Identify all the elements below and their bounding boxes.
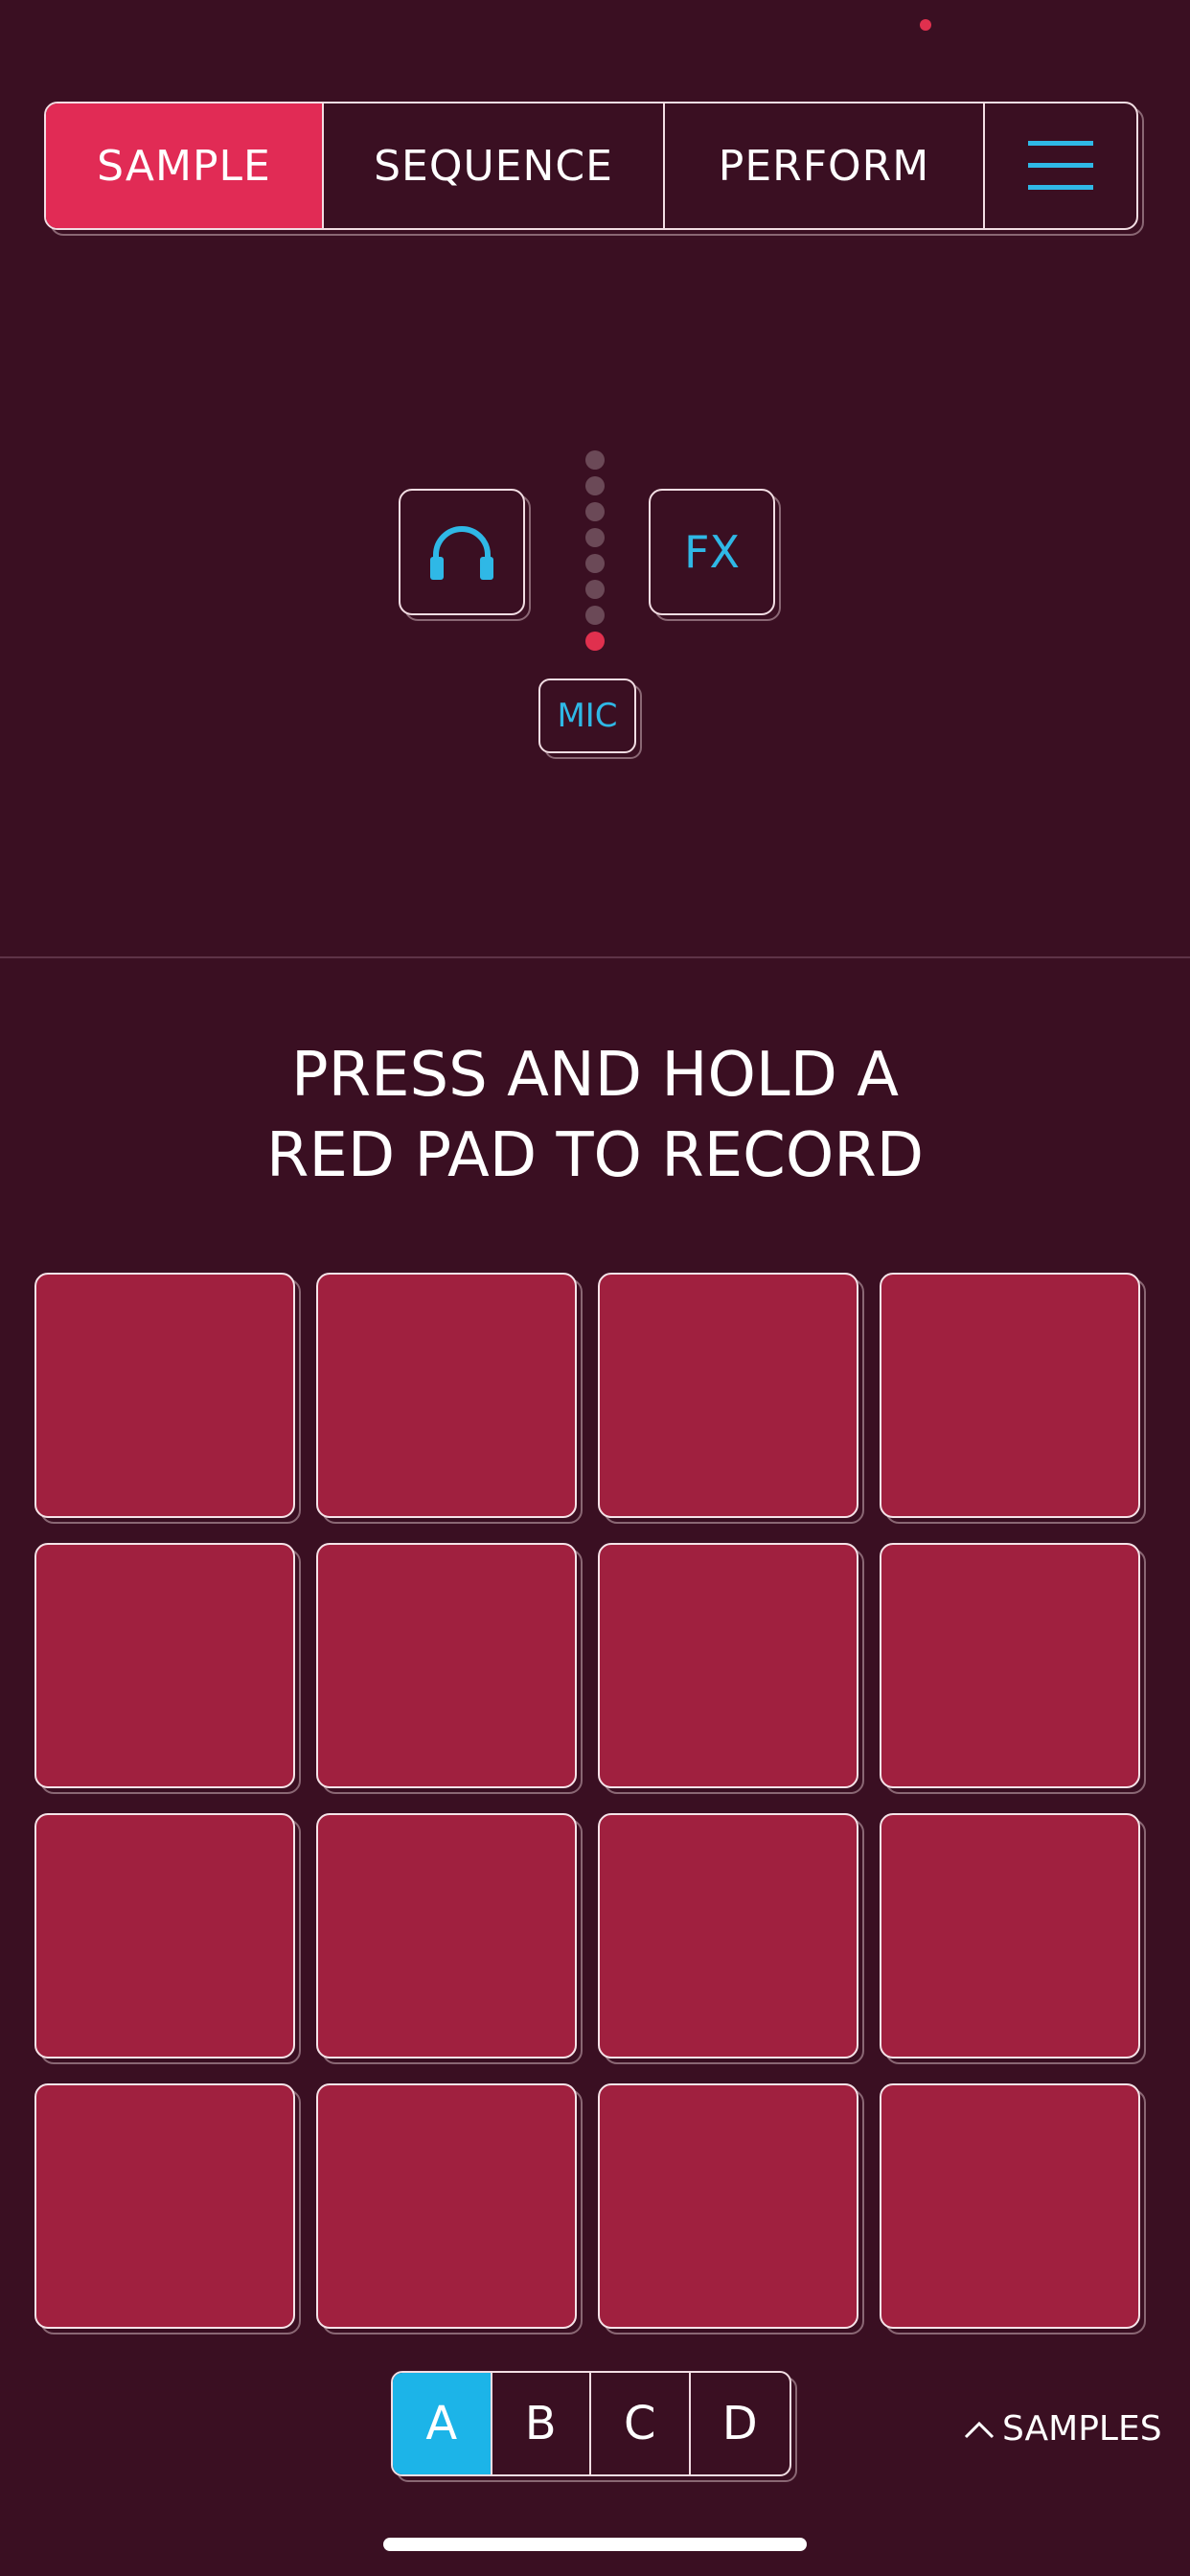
sample-pad[interactable] (316, 1273, 583, 1524)
tab-sample[interactable]: SAMPLE (46, 104, 324, 228)
samples-label: SAMPLES (1002, 2408, 1162, 2449)
fx-button[interactable]: FX (649, 489, 781, 621)
section-divider (0, 956, 1190, 958)
sample-pad[interactable] (316, 1543, 583, 1794)
sample-pad[interactable] (34, 1273, 301, 1524)
fx-label: FX (649, 489, 775, 615)
bank-d-button[interactable]: D (691, 2373, 790, 2474)
sample-pad[interactable] (880, 1273, 1146, 1524)
level-meter-dot (585, 606, 605, 625)
bank-a-button[interactable]: A (393, 2373, 492, 2474)
hamburger-menu-icon (1028, 141, 1093, 190)
sample-pad[interactable] (34, 1813, 301, 2064)
bank-selector: A B C D (391, 2371, 797, 2482)
sample-pad[interactable] (316, 2083, 583, 2334)
instruction-line-1: PRESS AND HOLD A (291, 1040, 899, 1111)
tab-perform[interactable]: PERFORM (665, 104, 985, 228)
sample-pad[interactable] (598, 1273, 864, 1524)
status-indicator-dot (920, 19, 931, 31)
level-meter-dot (585, 632, 605, 651)
record-instruction: PRESS AND HOLD A RED PAD TO RECORD (0, 1035, 1190, 1196)
sample-pad[interactable] (34, 1543, 301, 1794)
level-meter-dot (585, 450, 605, 470)
level-meter-dot (585, 580, 605, 599)
headphones-icon (430, 526, 493, 580)
sample-pad[interactable] (598, 2083, 864, 2334)
level-meter-dot (585, 554, 605, 573)
sample-pad[interactable] (598, 1543, 864, 1794)
sample-pad[interactable] (880, 2083, 1146, 2334)
bank-c-button[interactable]: C (591, 2373, 691, 2474)
level-meter-dot (585, 502, 605, 521)
instruction-line-2: RED PAD TO RECORD (266, 1120, 924, 1191)
bank-b-button[interactable]: B (492, 2373, 591, 2474)
sample-pad[interactable] (598, 1813, 864, 2064)
pad-grid (34, 1273, 1146, 2334)
sample-pad[interactable] (316, 1813, 583, 2064)
home-indicator (383, 2538, 807, 2551)
mic-button[interactable]: MIC (538, 678, 642, 759)
chevron-up-icon (964, 2421, 995, 2439)
sample-pad[interactable] (34, 2083, 301, 2334)
mic-label: MIC (538, 678, 636, 753)
samples-button[interactable]: SAMPLES (964, 2400, 1162, 2457)
mode-nav: SAMPLE SEQUENCE PERFORM (44, 102, 1144, 236)
tab-sequence[interactable]: SEQUENCE (324, 104, 665, 228)
menu-button[interactable] (985, 104, 1136, 228)
sample-pad[interactable] (880, 1813, 1146, 2064)
input-level-meter (585, 450, 605, 652)
level-meter-dot (585, 476, 605, 495)
level-meter-dot (585, 528, 605, 547)
sample-pad[interactable] (880, 1543, 1146, 1794)
headphones-monitor-button[interactable] (399, 489, 531, 621)
